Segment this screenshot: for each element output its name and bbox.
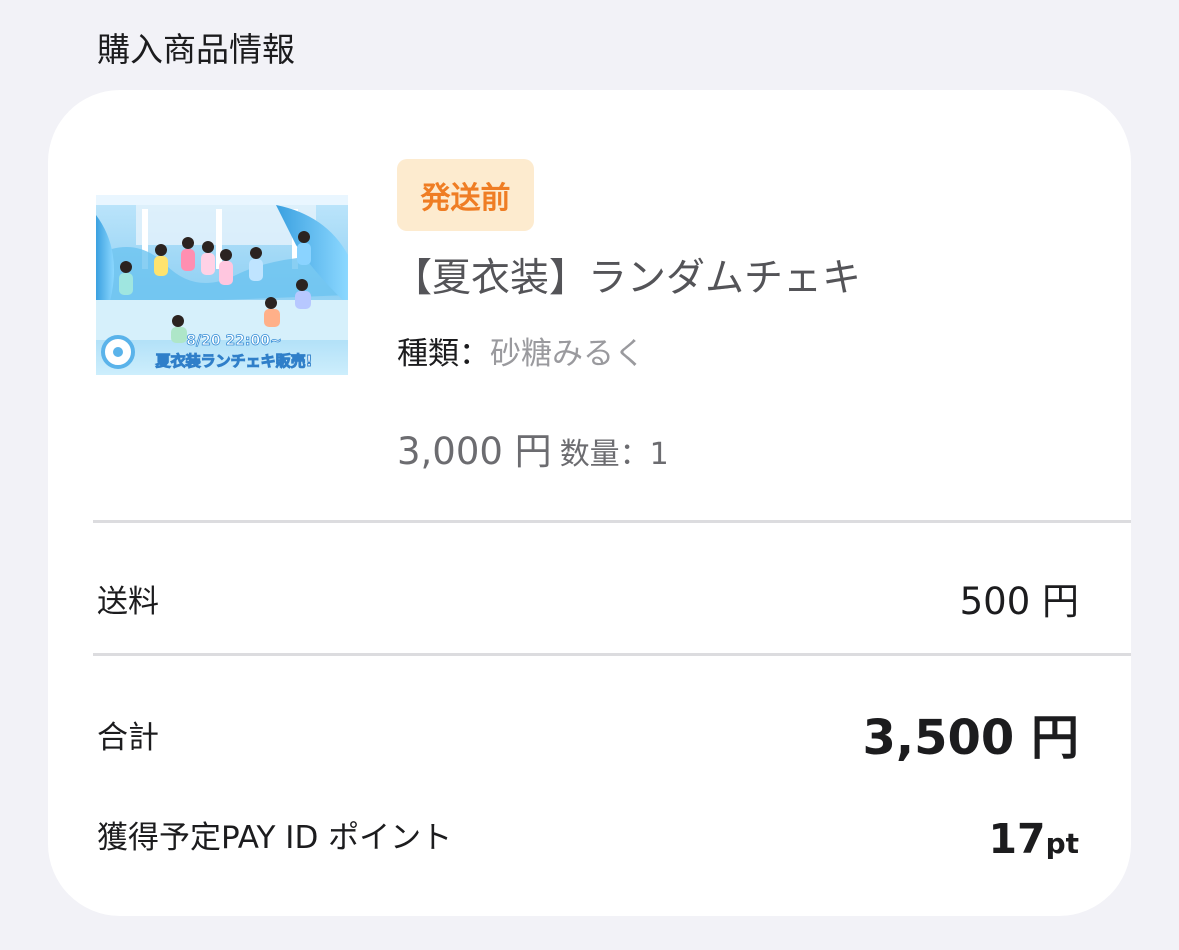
product-name: 【夏衣装】ランダムチェキ: [393, 256, 862, 301]
total-value: 3,500 円: [862, 710, 1079, 766]
thumbnail-title-text: 夏衣装ランチェキ販売!: [155, 352, 313, 370]
shipping-label: 送料: [97, 584, 159, 620]
total-label: 合計: [97, 720, 159, 756]
unit-price: 3,000 円: [397, 430, 552, 473]
product-variant: 種類：砂糖みるく: [397, 334, 645, 374]
divider: [93, 653, 1131, 656]
points-number: 17: [988, 815, 1046, 863]
variant-label: 種類：: [397, 336, 490, 372]
shipping-value: 500 円: [959, 580, 1079, 623]
points-unit: pt: [1045, 827, 1079, 860]
status-badge: 発送前: [397, 159, 534, 231]
purchased-item-card: 8/20 22:00~ 夏衣装ランチェキ販売! 発送前 【夏衣装】ランダムチェキ…: [48, 90, 1131, 916]
product-thumbnail[interactable]: 8/20 22:00~ 夏衣装ランチェキ販売!: [96, 195, 348, 375]
points-value: 17pt: [989, 815, 1080, 868]
thumbnail-date-text: 8/20 22:00~: [186, 333, 282, 349]
price-quantity-line: 3,000 円数量：1: [397, 430, 669, 477]
quantity: 数量：1: [559, 437, 669, 472]
product-thumbnail-image: 8/20 22:00~ 夏衣装ランチェキ販売!: [96, 195, 348, 375]
points-label: 獲得予定PAY ID ポイント: [97, 820, 453, 856]
variant-value: 砂糖みるく: [490, 336, 645, 372]
section-title: 購入商品情報: [97, 30, 295, 69]
divider: [93, 520, 1131, 523]
